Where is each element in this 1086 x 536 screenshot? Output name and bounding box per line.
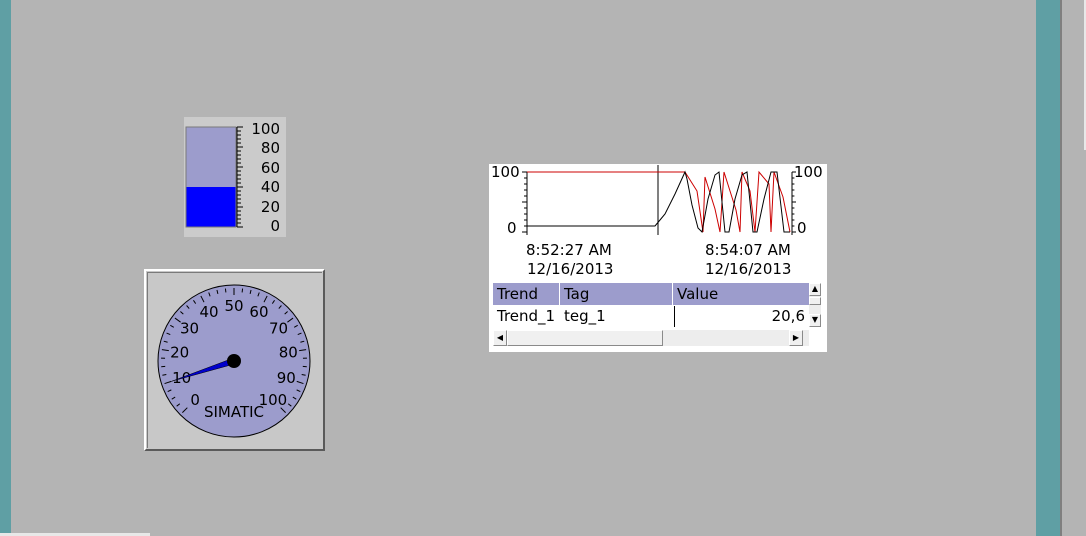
- column-header-value[interactable]: Value: [673, 283, 809, 305]
- scroll-left-icon[interactable]: ◀: [493, 330, 507, 346]
- bar-scale-label-80: 80: [260, 139, 280, 157]
- trend-y-right-bottom: 0: [797, 219, 807, 237]
- trend-time-end: 8:54:07 AM: [705, 241, 791, 259]
- bar-scale-label-20: 20: [260, 198, 280, 216]
- bar-scale-label-40: 40: [260, 178, 280, 196]
- gauge-label: 80: [279, 343, 298, 361]
- bar-fill: [186, 187, 236, 227]
- bar-scale-label-60: 60: [260, 159, 280, 177]
- horizontal-scroll-thumb[interactable]: [507, 330, 663, 346]
- gauge-label: 0: [190, 391, 200, 409]
- column-header-tag-connection[interactable]: Tag connection: [560, 283, 673, 325]
- trend-value-table: Trend Tag connection Value Trend_1 teg_1…: [493, 283, 821, 348]
- cell-trend-name: Trend_1: [497, 307, 556, 325]
- cell-value: 20,6: [771, 307, 805, 325]
- bar-scale-label-0: 0: [270, 217, 280, 235]
- gauge-label: 60: [249, 303, 268, 321]
- window-frame-edge: [1060, 0, 1086, 536]
- trend-y-left-top: 100: [491, 163, 520, 181]
- gauge-hub: [227, 354, 241, 368]
- gauge-label: 70: [269, 320, 288, 338]
- column-header-trend[interactable]: Trend: [493, 283, 560, 305]
- trend-view[interactable]: 100 0 100 0 8:52:27 AM 12/16/2013 8:54:0…: [489, 164, 827, 352]
- vertical-scrollbar[interactable]: ▲ ▼: [809, 283, 821, 327]
- trend-plot: [522, 165, 796, 235]
- trend-date-start: 12/16/2013: [527, 260, 614, 278]
- scroll-up-icon[interactable]: ▲: [809, 283, 821, 296]
- trend-time-start: 8:52:27 AM: [526, 241, 612, 259]
- gauge-label: 30: [180, 320, 199, 338]
- scroll-down-icon[interactable]: ▼: [809, 314, 821, 327]
- scroll-thumb[interactable]: [809, 297, 821, 305]
- gauge-label: 20: [170, 343, 189, 361]
- gauge-widget[interactable]: 0102030405060708090100SIMATIC: [144, 269, 325, 451]
- gauge-label: 90: [277, 369, 296, 387]
- gauge-caption: SIMATIC: [204, 403, 264, 421]
- table-header: Trend Tag connection Value: [493, 283, 809, 325]
- trend-date-end: 12/16/2013: [705, 260, 792, 278]
- window-frame-left: [0, 0, 11, 536]
- window-frame-right: [1036, 0, 1060, 536]
- table-row[interactable]: Trend_1 teg_1 20,6: [493, 306, 809, 327]
- bar-indicator[interactable]: 100 80 60 40 20 0: [184, 117, 286, 237]
- trend-y-right-top: 100: [794, 163, 823, 181]
- gauge-label: 40: [199, 303, 218, 321]
- trend-y-left-bottom: 0: [507, 219, 517, 237]
- bar-scale-label-100: 100: [251, 120, 280, 138]
- cell-tag-connection: teg_1: [560, 306, 675, 327]
- gauge-label: 50: [224, 297, 243, 315]
- scroll-right-icon[interactable]: ▶: [789, 330, 803, 346]
- gauge-dial: 0102030405060708090100SIMATIC: [157, 284, 311, 438]
- horizontal-scrollbar[interactable]: ◀ ▶: [493, 330, 809, 346]
